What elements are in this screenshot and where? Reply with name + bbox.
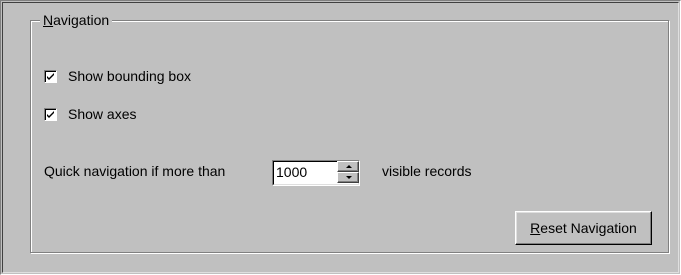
- spin-up-button[interactable]: [337, 161, 359, 172]
- arrow-down-icon: [346, 176, 352, 179]
- reset-navigation-button[interactable]: Reset Navigation: [515, 211, 652, 245]
- arrow-up-icon: [346, 165, 352, 168]
- spin-down-button[interactable]: [337, 172, 359, 183]
- reset-button-label: eset Navigation: [540, 220, 637, 236]
- reset-button-mnemonic: R: [530, 220, 541, 236]
- record-threshold-spinner[interactable]: [272, 160, 360, 186]
- show-bounding-box-checkbox[interactable]: [44, 69, 57, 83]
- groupbox-title: Navigation: [40, 12, 113, 28]
- spinner-buttons: [337, 161, 359, 185]
- checkmark-icon: [47, 110, 54, 118]
- show-bounding-box-label: Show bounding box: [68, 68, 191, 84]
- show-axes-checkbox[interactable]: [44, 107, 57, 121]
- groupbox-title-rest: avigation: [53, 12, 110, 28]
- record-threshold-input[interactable]: [276, 163, 328, 181]
- groupbox-title-mnemonic: N: [43, 12, 54, 28]
- quick-navigation-label: Quick navigation if more than: [44, 163, 226, 179]
- show-axes-option[interactable]: Show axes: [44, 106, 136, 122]
- visible-records-label: visible records: [382, 163, 472, 179]
- show-axes-label: Show axes: [68, 106, 137, 122]
- show-bounding-box-option[interactable]: Show bounding box: [44, 68, 191, 84]
- checkmark-icon: [47, 72, 54, 80]
